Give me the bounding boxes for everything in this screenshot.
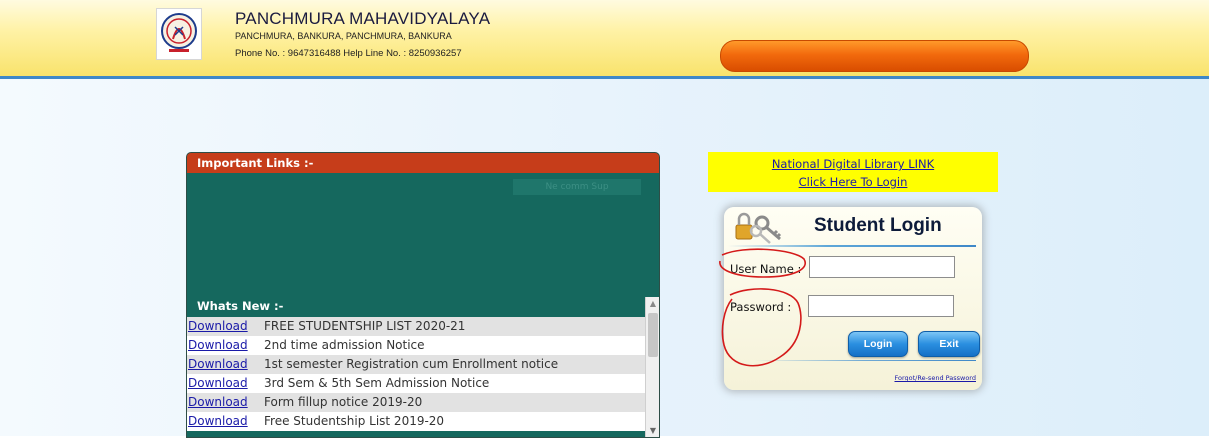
password-annotation-circle [721, 288, 802, 367]
user-name-annotation-circle [719, 248, 807, 278]
list-item: Download 3rd Sem & 5th Sem Admission Noti… [187, 374, 645, 393]
login-title: Student Login [814, 215, 942, 236]
list-item: Download 2nd time admission Notice [187, 336, 645, 355]
notice-title: 3rd Sem & 5th Sem Admission Notice [264, 376, 490, 390]
news-ticker-bar [720, 40, 1029, 72]
student-login-box: Student Login User Name : Password : Log… [719, 207, 982, 390]
whats-new-heading: Whats New :- [197, 299, 284, 313]
scroll-down-arrow-icon[interactable]: ▼ [646, 425, 659, 437]
important-links-panel: Important Links :- Ne comm Sup Whats New… [186, 152, 660, 438]
username-input[interactable] [809, 256, 955, 278]
download-link[interactable]: Download [187, 317, 264, 336]
login-button[interactable]: Login [848, 331, 908, 357]
contact-numbers: Phone No. : 9647316488 Help Line No. : 8… [235, 48, 462, 59]
notice-title: 1st semester Registration cum Enrollment… [264, 357, 559, 371]
college-name: PANCHMURA MAHAVIDYALAYA [235, 9, 491, 28]
site-header: PANCHMURA MAHAVIDYALAYA PANCHMURA, BANKU… [0, 0, 1209, 79]
exit-button[interactable]: Exit [918, 331, 980, 357]
list-item: Download FREE STUDENTSHIP LIST 2020-21 [187, 317, 645, 336]
whats-new-list: Download FREE STUDENTSHIP LIST 2020-21 Do… [187, 317, 645, 437]
ndl-login-link[interactable]: Click Here To Login [708, 173, 998, 191]
download-link[interactable]: Download [187, 336, 264, 355]
faded-scrolling-text: Ne comm Sup [513, 179, 641, 195]
download-link[interactable]: Download [187, 393, 264, 412]
notice-title: FREE STUDENTSHIP LIST 2020-21 [264, 319, 466, 333]
page-background: PANCHMURA MAHAVIDYALAYA PANCHMURA, BANKU… [0, 0, 1209, 438]
password-input[interactable] [808, 295, 954, 317]
college-address: PANCHMURA, BANKURA, PANCHMURA, BANKURA [235, 31, 452, 41]
keys-lock-icon [730, 209, 786, 249]
list-item: Download 1st semester Registration cum En… [187, 355, 645, 374]
ndl-link[interactable]: National Digital Library LINK [708, 155, 998, 173]
notice-title: Free Studentship List 2019-20 [264, 414, 445, 428]
download-link[interactable]: Download [187, 412, 264, 431]
scroll-up-arrow-icon[interactable]: ▲ [646, 297, 659, 311]
download-link[interactable]: Download [187, 374, 264, 393]
list-item: Download Form fillup notice 2019-20 [187, 393, 645, 412]
college-emblem-logo [156, 8, 202, 60]
national-digital-library-box: National Digital Library LINK Click Here… [708, 152, 998, 192]
notice-title: Form fillup notice 2019-20 [264, 395, 423, 409]
forgot-password-link[interactable]: Forgot/Re-send Password [894, 374, 976, 382]
notice-title: 2nd time admission Notice [264, 338, 425, 352]
scrollbar-thumb[interactable] [648, 313, 658, 357]
important-links-heading: Important Links :- [187, 153, 659, 173]
news-scrollbar[interactable]: ▲ ▼ [645, 297, 659, 437]
download-link[interactable]: Download [187, 355, 264, 374]
list-item: Download Free Studentship List 2019-20 [187, 412, 645, 431]
